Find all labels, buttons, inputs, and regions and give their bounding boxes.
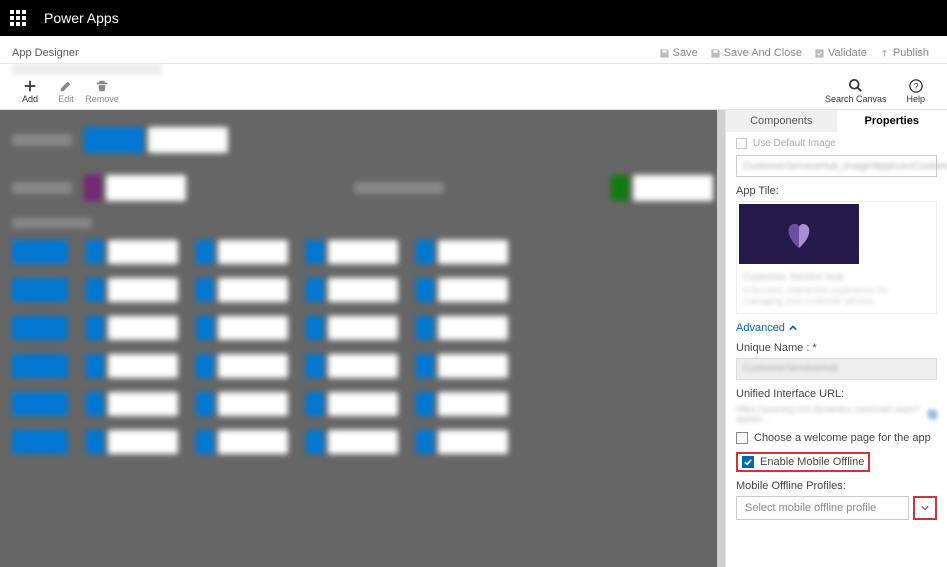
- pencil-icon: [59, 79, 73, 93]
- tab-components[interactable]: Components: [726, 110, 837, 132]
- publish-icon: [879, 48, 890, 59]
- app-launcher-button[interactable]: [0, 0, 36, 36]
- sub-header: App Designer Save Save And Close Validat…: [0, 36, 947, 64]
- app-tile-preview: Customer Service Hub A focused, interact…: [736, 201, 937, 314]
- canvas-row: [12, 170, 713, 206]
- chevron-down-icon: [921, 504, 929, 512]
- edit-button[interactable]: Edit: [48, 79, 84, 104]
- url-value: https://yourorg.crm.dynamics.com/main.as…: [736, 404, 937, 424]
- use-default-image-checkbox[interactable]: Use Default Image: [736, 138, 937, 149]
- help-button[interactable]: ?Help: [896, 79, 935, 104]
- add-button[interactable]: Add: [12, 79, 48, 104]
- app-title-row: [0, 64, 947, 74]
- plus-icon: [23, 79, 37, 93]
- save-button[interactable]: Save: [653, 43, 704, 63]
- canvas-grid-row: [12, 392, 713, 416]
- trash-icon: [95, 79, 109, 93]
- chevron-up-icon: [789, 324, 797, 332]
- app-tile-image: [739, 204, 859, 264]
- enable-offline-checkbox-highlighted[interactable]: Enable Mobile Offline: [736, 452, 870, 472]
- remove-button[interactable]: Remove: [84, 79, 120, 104]
- panel-tabs: Components Properties: [726, 110, 947, 132]
- canvas-grid-row: [12, 240, 713, 264]
- main-area: Components Properties Use Default Image …: [0, 110, 947, 567]
- canvas-grid-row: [12, 316, 713, 340]
- advanced-toggle[interactable]: Advanced: [736, 322, 937, 334]
- validate-icon: [814, 48, 825, 59]
- toolbar: Add Edit Remove Search Canvas ?Help: [0, 74, 947, 110]
- image-dropdown[interactable]: CustomerServiceHub_image/AppIcon/Custome…: [736, 155, 937, 177]
- profiles-label: Mobile Offline Profiles:: [736, 480, 937, 492]
- app-title-blurred: [12, 63, 162, 75]
- waffle-icon: [10, 10, 26, 26]
- check-icon: [744, 458, 752, 466]
- brand-title: Power Apps: [36, 10, 119, 26]
- canvas-section-label: [12, 218, 92, 228]
- offline-profile-select[interactable]: Select mobile offline profile: [736, 496, 909, 520]
- canvas-grid-row: [12, 354, 713, 378]
- unique-name-field: CustomerServiceHub: [736, 358, 937, 380]
- search-canvas-button[interactable]: Search Canvas: [815, 79, 897, 104]
- canvas-grid-row: [12, 430, 713, 454]
- canvas-row: [12, 122, 713, 158]
- publish-button[interactable]: Publish: [873, 43, 935, 63]
- help-icon: ?: [909, 79, 923, 93]
- search-icon: [849, 79, 863, 93]
- welcome-page-checkbox[interactable]: Choose a welcome page for the app: [736, 432, 937, 444]
- heart-icon: [779, 214, 819, 254]
- save-icon: [659, 48, 670, 59]
- svg-text:?: ?: [913, 82, 918, 92]
- copy-icon[interactable]: [927, 409, 937, 419]
- designer-canvas[interactable]: [0, 110, 725, 567]
- validate-button[interactable]: Validate: [808, 43, 873, 63]
- properties-panel: Components Properties Use Default Image …: [725, 110, 947, 567]
- global-header: Power Apps: [0, 0, 947, 36]
- canvas-grid-row: [12, 278, 713, 302]
- url-label: Unified Interface URL:: [736, 388, 937, 400]
- tab-properties[interactable]: Properties: [837, 110, 947, 132]
- save-and-close-button[interactable]: Save And Close: [704, 43, 808, 63]
- breadcrumb: App Designer: [12, 47, 79, 63]
- save-close-icon: [710, 48, 721, 59]
- app-tile-label: App Tile:: [736, 185, 937, 197]
- offline-profile-dropdown-button-highlighted[interactable]: [913, 496, 937, 520]
- unique-name-label: Unique Name : *: [736, 342, 937, 354]
